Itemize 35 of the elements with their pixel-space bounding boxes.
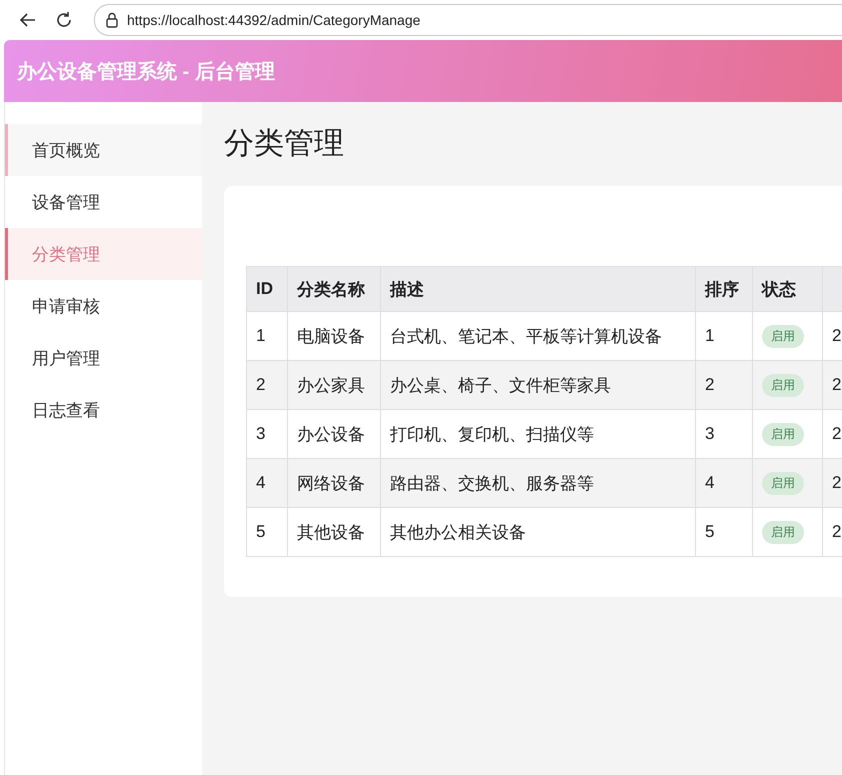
table-cell: 2 (696, 360, 752, 410)
table-cell: 路由器、交换机、服务器等 (380, 458, 696, 508)
table-cell: 4 (696, 458, 752, 508)
sidebar-item[interactable]: 首页概览 (5, 124, 202, 176)
sidebar-item[interactable]: 日志查看 (5, 384, 202, 436)
status-badge: 启用 (762, 324, 804, 348)
table-cell: 其他设备 (288, 508, 380, 556)
column-header: 描述 (380, 266, 696, 312)
table-cell: 网络设备 (288, 458, 380, 508)
column-header: 排序 (696, 266, 752, 312)
sidebar-item[interactable]: 设备管理 (5, 176, 202, 228)
status-badge: 启用 (762, 422, 804, 446)
lock-icon (105, 12, 119, 28)
column-header: ID (246, 266, 288, 312)
sidebar-item[interactable]: 申请审核 (5, 280, 202, 332)
column-header: 分类名称 (288, 266, 380, 312)
column-header: 状态 (752, 266, 822, 312)
table-cell: 办公桌、椅子、文件柜等家具 (380, 360, 696, 410)
app-title: 办公设备管理系统 - 后台管理 (17, 60, 275, 84)
table-cell: 办公家具 (288, 360, 380, 410)
status-badge: 启用 (762, 520, 804, 544)
url-text: https://localhost:44392/admin/CategoryManage (127, 12, 420, 28)
table-cell: 5 (246, 508, 288, 556)
table-cell: 2 (822, 360, 842, 410)
address-bar[interactable]: https://localhost:44392/admin/CategoryManage (94, 4, 842, 36)
status-badge: 启用 (762, 374, 804, 396)
table-cell: 5 (696, 508, 752, 556)
status-badge: 启用 (762, 472, 804, 494)
reload-icon[interactable] (54, 10, 74, 30)
sidebar-item[interactable]: 用户管理 (5, 332, 202, 384)
table-cell: 2 (246, 360, 288, 410)
table-cell: 2 (822, 458, 842, 508)
table-cell: 其他办公相关设备 (380, 508, 696, 556)
table-cell: 4 (246, 458, 288, 508)
page-title: 分类管理 (224, 126, 345, 162)
